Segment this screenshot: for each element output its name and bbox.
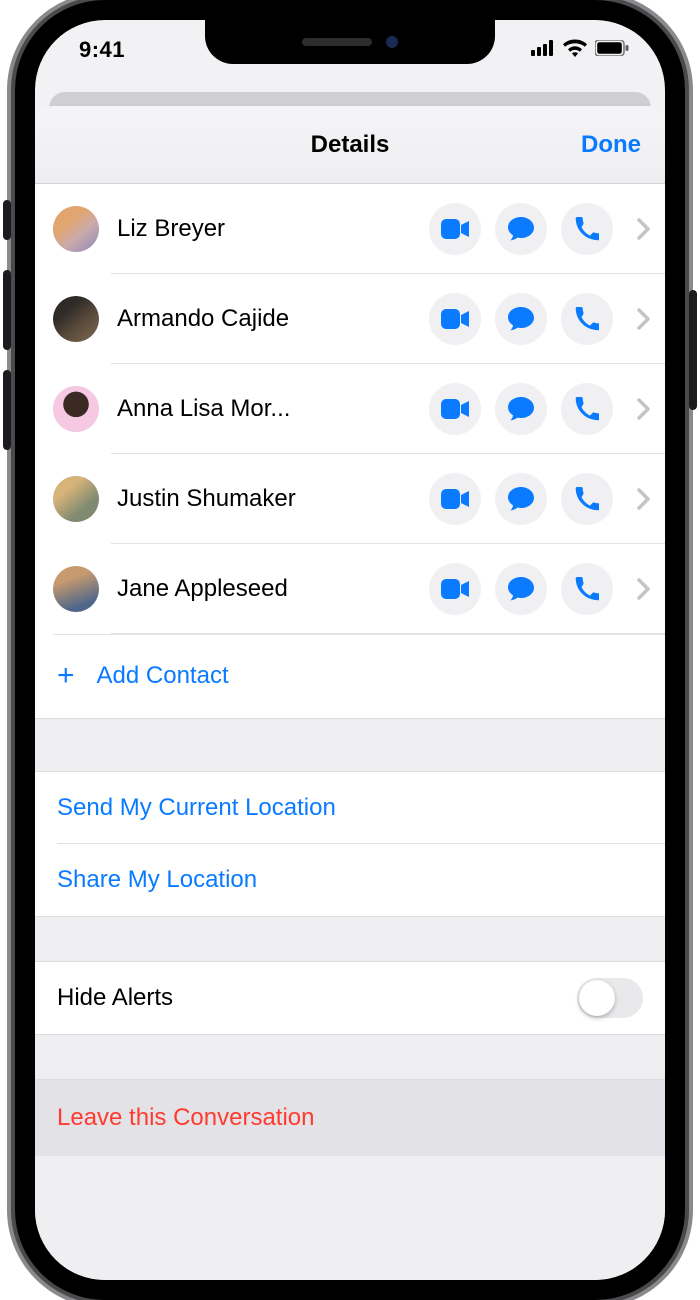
call-button[interactable] (561, 473, 613, 525)
done-button[interactable]: Done (581, 131, 641, 159)
phone-frame: 9:41 Details Done (15, 0, 685, 1300)
message-button[interactable] (495, 383, 547, 435)
contact-row[interactable]: Anna Lisa Mor... (35, 364, 665, 454)
avatar-image (53, 476, 99, 522)
contact-row[interactable]: Armando Cajide (35, 274, 665, 364)
contact-row[interactable]: Justin Shumaker (35, 454, 665, 544)
contact-name: Jane Appleseed (117, 575, 429, 603)
avatar (53, 476, 99, 522)
avatar-image (53, 386, 99, 432)
send-location-label: Send My Current Location (57, 794, 336, 822)
contacts-list: Liz Breyer Armando Cajide (35, 184, 665, 718)
chevron-right-icon (637, 218, 651, 240)
avatar-image (53, 566, 99, 612)
status-time: 9:41 (79, 37, 125, 63)
avatar-image (53, 296, 99, 342)
battery-icon (595, 40, 629, 61)
call-button[interactable] (561, 383, 613, 435)
contact-actions (429, 383, 651, 435)
add-contact-button[interactable]: + Add Contact (35, 634, 665, 718)
avatar (53, 206, 99, 252)
contact-row[interactable]: Jane Appleseed (35, 544, 665, 634)
details-sheet: Details Done Liz Breyer (35, 106, 665, 1280)
section-separator (35, 1034, 665, 1080)
contact-actions (429, 293, 651, 345)
call-button[interactable] (561, 203, 613, 255)
message-button[interactable] (495, 563, 547, 615)
contact-actions (429, 563, 651, 615)
contact-row[interactable]: Liz Breyer (35, 184, 665, 274)
contact-name: Anna Lisa Mor... (117, 395, 429, 423)
contact-name: Justin Shumaker (117, 485, 429, 513)
leave-conversation-label: Leave this Conversation (57, 1104, 314, 1132)
contact-name: Armando Cajide (117, 305, 429, 333)
cellular-signal-icon (531, 40, 555, 61)
video-call-button[interactable] (429, 563, 481, 615)
send-current-location-button[interactable]: Send My Current Location (35, 772, 665, 844)
section-separator (35, 916, 665, 962)
contact-actions (429, 473, 651, 525)
section-separator (35, 718, 665, 772)
chevron-right-icon (637, 308, 651, 330)
video-call-button[interactable] (429, 473, 481, 525)
chevron-right-icon (637, 398, 651, 420)
video-call-button[interactable] (429, 293, 481, 345)
avatar (53, 296, 99, 342)
hide-alerts-row: Hide Alerts (35, 962, 665, 1034)
contact-name: Liz Breyer (117, 215, 429, 243)
status-indicators (531, 39, 629, 62)
avatar (53, 566, 99, 612)
avatar-image (53, 206, 99, 252)
call-button[interactable] (561, 293, 613, 345)
mute-switch (3, 200, 11, 240)
volume-up-button (3, 270, 11, 350)
status-bar: 9:41 (35, 20, 665, 80)
chevron-right-icon (637, 578, 651, 600)
power-button (689, 290, 697, 410)
share-my-location-button[interactable]: Share My Location (35, 844, 665, 916)
video-call-button[interactable] (429, 383, 481, 435)
contact-actions (429, 203, 651, 255)
video-call-button[interactable] (429, 203, 481, 255)
call-button[interactable] (561, 563, 613, 615)
avatar (53, 386, 99, 432)
location-group: Send My Current Location Share My Locati… (35, 772, 665, 916)
leave-conversation-button[interactable]: Leave this Conversation (35, 1080, 665, 1156)
share-location-label: Share My Location (57, 866, 257, 894)
hide-alerts-label: Hide Alerts (57, 984, 173, 1012)
message-button[interactable] (495, 473, 547, 525)
message-button[interactable] (495, 203, 547, 255)
plus-icon: + (57, 661, 75, 691)
hide-alerts-toggle[interactable] (577, 978, 643, 1018)
add-contact-label: Add Contact (97, 662, 229, 690)
volume-down-button (3, 370, 11, 450)
toggle-knob (579, 980, 615, 1016)
chevron-right-icon (637, 488, 651, 510)
screen: 9:41 Details Done (35, 20, 665, 1280)
wifi-icon (563, 39, 587, 62)
message-button[interactable] (495, 293, 547, 345)
page-title: Details (311, 131, 390, 159)
nav-bar: Details Done (35, 106, 665, 184)
